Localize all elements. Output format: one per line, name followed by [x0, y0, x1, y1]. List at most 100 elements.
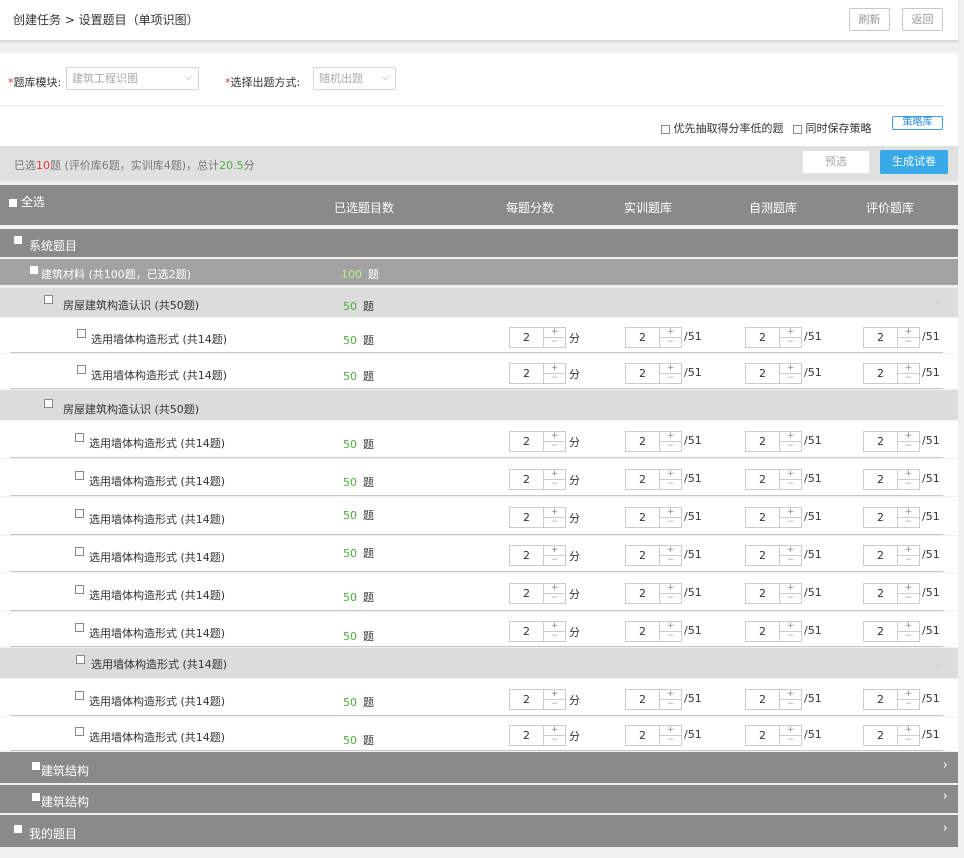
minus-icon[interactable]: − — [779, 518, 801, 527]
minus-icon[interactable]: − — [543, 632, 565, 641]
checkbox-icon[interactable] — [75, 471, 84, 480]
number-stepper[interactable]: 2 + − — [745, 327, 802, 348]
stepper-value[interactable]: 2 — [746, 364, 779, 383]
subcategory-3[interactable]: 选用墙体构造形式 (共14题) ⌄ — [0, 648, 958, 678]
stepper-value[interactable]: 2 — [626, 470, 659, 489]
checkbox-icon[interactable] — [9, 198, 17, 207]
number-stepper[interactable]: 2 + − — [745, 363, 802, 384]
number-stepper[interactable]: 2 + − — [625, 725, 682, 746]
stepper-value[interactable]: 2 — [864, 328, 897, 347]
chevron-right-icon[interactable]: › — [943, 789, 948, 804]
minus-icon[interactable]: − — [659, 556, 681, 565]
checkbox-icon[interactable] — [32, 793, 40, 801]
stepper-value[interactable]: 2 — [626, 328, 659, 347]
stepper-value[interactable]: 2 — [510, 364, 543, 383]
minus-icon[interactable]: − — [779, 442, 801, 451]
stepper-value[interactable]: 2 — [864, 690, 897, 709]
minus-icon[interactable]: − — [897, 556, 919, 565]
number-stepper[interactable]: 2 + − — [745, 583, 802, 604]
generate-paper-button[interactable]: 生成试卷 — [880, 150, 948, 174]
number-stepper[interactable]: 2 + − — [745, 621, 802, 642]
minus-icon[interactable]: − — [897, 338, 919, 347]
number-stepper[interactable]: 2 + − — [745, 545, 802, 566]
subcategory-1[interactable]: 房屋建筑构造认识 (共50题) 50 题 ⌄ — [0, 288, 958, 317]
strategy-library-button[interactable]: 策略库 — [892, 116, 943, 130]
stepper-value[interactable]: 2 — [626, 726, 659, 745]
minus-icon[interactable]: − — [659, 736, 681, 745]
minus-icon[interactable]: − — [779, 338, 801, 347]
stepper-value[interactable]: 2 — [864, 432, 897, 451]
stepper-value[interactable]: 2 — [510, 726, 543, 745]
select-all[interactable]: 全选 — [9, 193, 45, 210]
minus-icon[interactable]: − — [543, 700, 565, 709]
stepper-value[interactable]: 2 — [626, 584, 659, 603]
number-stepper[interactable]: 2 + − — [625, 469, 682, 490]
checkbox-icon[interactable] — [75, 585, 84, 594]
stepper-value[interactable]: 2 — [746, 470, 779, 489]
refresh-button[interactable]: 刷新 — [849, 8, 890, 31]
checkbox-icon[interactable] — [77, 329, 86, 338]
minus-icon[interactable]: − — [659, 700, 681, 709]
number-stepper[interactable]: 2 + − — [509, 327, 566, 348]
minus-icon[interactable]: − — [897, 442, 919, 451]
minus-icon[interactable]: − — [659, 374, 681, 383]
chevron-down-icon[interactable]: ⌄ — [934, 294, 944, 308]
minus-icon[interactable]: − — [659, 442, 681, 451]
number-stepper[interactable]: 2 + − — [625, 507, 682, 528]
number-stepper[interactable]: 2 + − — [863, 545, 920, 566]
checkbox-icon[interactable] — [75, 623, 84, 632]
number-stepper[interactable]: 2 + − — [509, 583, 566, 604]
number-stepper[interactable]: 2 + − — [745, 469, 802, 490]
stepper-value[interactable]: 2 — [510, 546, 543, 565]
chevron-right-icon[interactable]: › — [943, 758, 948, 773]
stepper-value[interactable]: 2 — [510, 470, 543, 489]
minus-icon[interactable]: − — [659, 518, 681, 527]
checkbox-icon[interactable] — [30, 266, 38, 274]
save-strategy-option[interactable]: 同时保存策略 — [793, 120, 872, 136]
checkbox-icon[interactable] — [14, 825, 22, 833]
chevron-down-icon[interactable]: ⌄ — [934, 656, 944, 670]
minus-icon[interactable]: − — [897, 736, 919, 745]
stepper-value[interactable]: 2 — [746, 584, 779, 603]
number-stepper[interactable]: 2 + − — [509, 725, 566, 746]
stepper-value[interactable]: 2 — [746, 690, 779, 709]
stepper-value[interactable]: 2 — [864, 584, 897, 603]
number-stepper[interactable]: 2 + − — [625, 621, 682, 642]
checkbox-icon[interactable] — [32, 762, 40, 770]
subcategory-2[interactable]: 房屋建筑构造认识 (共50题) — [0, 390, 958, 420]
minus-icon[interactable]: − — [543, 374, 565, 383]
number-stepper[interactable]: 2 + − — [625, 689, 682, 710]
stepper-value[interactable]: 2 — [864, 726, 897, 745]
stepper-value[interactable]: 2 — [746, 508, 779, 527]
checkbox-icon[interactable] — [44, 295, 53, 304]
minus-icon[interactable]: − — [779, 700, 801, 709]
stepper-value[interactable]: 2 — [864, 364, 897, 383]
number-stepper[interactable]: 2 + − — [509, 621, 566, 642]
minus-icon[interactable]: − — [779, 374, 801, 383]
minus-icon[interactable]: − — [897, 518, 919, 527]
method-select[interactable]: 随机出题 ⌵ — [313, 67, 396, 90]
minus-icon[interactable]: − — [543, 736, 565, 745]
checkbox-icon[interactable] — [75, 727, 84, 736]
stepper-value[interactable]: 2 — [510, 622, 543, 641]
stepper-value[interactable]: 2 — [864, 546, 897, 565]
stepper-value[interactable]: 2 — [746, 546, 779, 565]
stepper-value[interactable]: 2 — [626, 622, 659, 641]
category-building-structure-2[interactable]: 建筑结构 › — [0, 785, 958, 813]
stepper-value[interactable]: 2 — [626, 364, 659, 383]
number-stepper[interactable]: 2 + − — [509, 363, 566, 384]
minus-icon[interactable]: − — [543, 480, 565, 489]
minus-icon[interactable]: − — [779, 736, 801, 745]
minus-icon[interactable]: − — [659, 632, 681, 641]
stepper-value[interactable]: 2 — [510, 690, 543, 709]
module-select[interactable]: 建筑工程识图 ⌵ — [66, 67, 199, 90]
chevron-right-icon[interactable]: › — [943, 821, 948, 836]
number-stepper[interactable]: 2 + − — [625, 431, 682, 452]
stepper-value[interactable]: 2 — [626, 508, 659, 527]
category-building-materials[interactable]: 建筑材料 (共100题，已选2题) 100 题 — [0, 259, 958, 285]
number-stepper[interactable]: 2 + − — [863, 725, 920, 746]
number-stepper[interactable]: 2 + − — [745, 507, 802, 528]
minus-icon[interactable]: − — [897, 480, 919, 489]
number-stepper[interactable]: 2 + − — [863, 363, 920, 384]
stepper-value[interactable]: 2 — [510, 432, 543, 451]
